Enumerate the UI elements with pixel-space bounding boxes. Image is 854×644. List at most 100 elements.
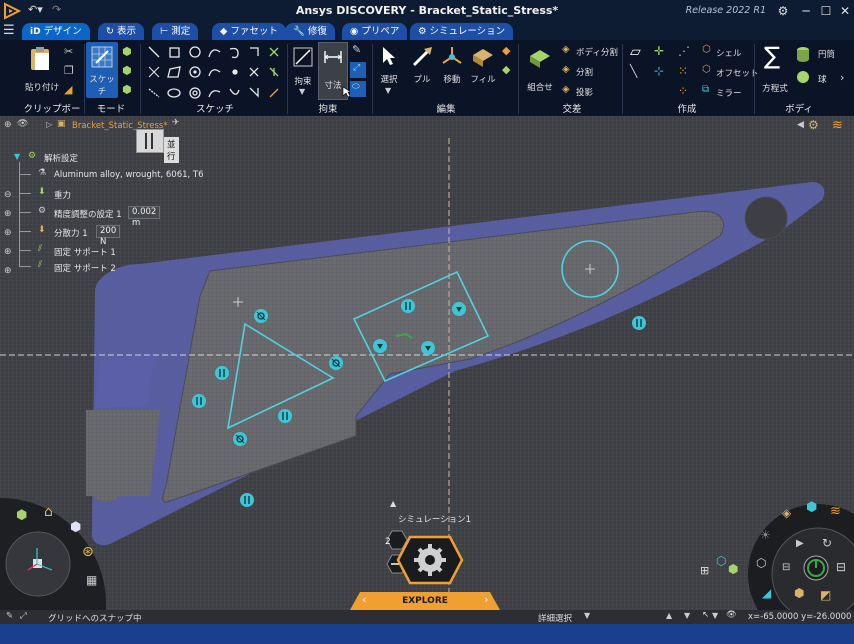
edit-extra-1-icon[interactable]: ◆: [502, 44, 510, 57]
tab-simulation[interactable]: ⚙ シミュレーション: [410, 23, 514, 40]
3d-mode-icon[interactable]: ⬢: [122, 64, 132, 77]
settings-icon[interactable]: ⚙: [775, 3, 791, 19]
pin-icon[interactable]: ✈: [172, 118, 180, 128]
tree-visibility-toggles[interactable]: ⊖ ⊕ ⊕ ⊕ ⊕: [4, 186, 12, 281]
view-settings-icon[interactable]: ⚙: [808, 118, 819, 132]
split-body-label[interactable]: ボディ分割: [576, 46, 618, 58]
probe-icon[interactable]: ◢: [762, 586, 771, 600]
house-icon[interactable]: ⌂: [44, 504, 53, 520]
select-cursor-dropdown-icon[interactable]: ▼: [712, 611, 718, 620]
cylinder-label[interactable]: 円筒: [818, 48, 835, 60]
play-icon[interactable]: ▶: [796, 538, 804, 549]
split-body-icon[interactable]: ◈: [562, 44, 570, 55]
equal-constraint-icon[interactable]: ⤢: [350, 62, 366, 78]
refinement-value[interactable]: 0.002 m: [128, 206, 161, 228]
offset-label[interactable]: オフセット: [716, 67, 759, 79]
tangent-constraint-icon[interactable]: ✎: [352, 43, 361, 56]
tree-item-fixed-support-1[interactable]: 固定 サポート 1: [54, 246, 116, 258]
display-style-icon[interactable]: ◈: [782, 506, 791, 520]
tree-item-gravity[interactable]: 重力: [54, 189, 71, 201]
shell-icon[interactable]: ⬡: [702, 44, 711, 55]
mount-hole-right[interactable]: [744, 196, 788, 240]
tree-item-fixed-support-2[interactable]: 固定 サポート 2: [54, 262, 116, 274]
tab-measure[interactable]: ⊢ 測定: [152, 23, 199, 40]
tree-item-material[interactable]: Aluminum alloy, wrought, 6061, T6: [54, 170, 204, 180]
light-icon[interactable]: ☀: [760, 528, 771, 542]
material-view-icon[interactable]: ⬢: [794, 586, 804, 600]
orbit-icon[interactable]: ⊛: [82, 544, 94, 560]
expand-arrow-icon[interactable]: ▷: [46, 120, 52, 129]
selection-dropdown-icon[interactable]: ▼: [584, 611, 590, 620]
select-dropdown-icon[interactable]: ▼: [385, 86, 391, 95]
format-painter-icon[interactable]: ◢: [64, 83, 72, 96]
solid-view-icon[interactable]: ⬢: [728, 562, 738, 576]
copy-icon[interactable]: ❐: [64, 64, 74, 77]
collapse-panel-icon[interactable]: ◀: [797, 120, 804, 130]
tree-pin-icon[interactable]: ⊕: [4, 120, 12, 130]
project-label[interactable]: 投影: [576, 86, 593, 98]
visibility-toggle-icon[interactable]: 👁: [726, 610, 737, 620]
equation-icon[interactable]: ∑: [764, 42, 780, 70]
sketch-mode-button[interactable]: スケッチ: [86, 42, 118, 98]
fill-icon[interactable]: [470, 45, 496, 67]
mirror-label[interactable]: ミラー: [716, 87, 742, 99]
grid-snap-icon[interactable]: ⊞: [700, 564, 709, 577]
minimize-button[interactable]: ─: [798, 3, 814, 19]
edit-extra-2-icon[interactable]: ◆: [502, 63, 510, 76]
tree-item-analysis-settings[interactable]: 解析設定: [44, 152, 78, 164]
plane-icon[interactable]: ▱: [630, 44, 641, 60]
mesh-view-icon[interactable]: ⬡: [756, 556, 766, 570]
cylinder-icon[interactable]: [796, 46, 810, 62]
select-cursor-icon[interactable]: ↖: [702, 610, 709, 620]
constrain-icon[interactable]: [292, 46, 314, 68]
tab-prepare[interactable]: ◉ プリペア: [342, 23, 408, 40]
force-value[interactable]: 200 N: [96, 225, 121, 247]
results-chart-icon[interactable]: ≋: [830, 504, 841, 519]
scroll-down-icon[interactable]: ▼: [684, 611, 690, 620]
sphere-label[interactable]: 球: [818, 73, 827, 85]
mount-hole-left[interactable]: [88, 466, 124, 502]
tab-design[interactable]: iD デザイン: [22, 23, 90, 40]
tab-repair[interactable]: 🔧 修復: [285, 23, 335, 40]
line-points-icon[interactable]: ⋰: [678, 44, 690, 58]
combine-icon[interactable]: [528, 46, 552, 70]
pattern-icon[interactable]: ⁙: [678, 64, 688, 78]
grid-pattern-icon[interactable]: ⁘: [678, 84, 688, 98]
move-icon[interactable]: [440, 45, 464, 67]
mirror-icon[interactable]: ⧉: [702, 84, 709, 95]
shell-label[interactable]: シェル: [716, 47, 742, 59]
sphere-icon[interactable]: [796, 70, 810, 84]
point-icon[interactable]: ✛: [654, 44, 664, 58]
sketch-tools-palette[interactable]: [146, 44, 284, 100]
bracket-slot[interactable]: [95, 354, 154, 408]
section-view-icon[interactable]: ⬢: [806, 500, 817, 515]
project-icon[interactable]: ◈: [562, 84, 570, 95]
reset-icon[interactable]: ↻: [822, 536, 832, 550]
split-label[interactable]: 分割: [576, 66, 593, 78]
simulation-arrow-up-icon[interactable]: ▲: [390, 499, 396, 508]
show-constraints-icon[interactable]: ⬭: [350, 81, 366, 97]
split-icon[interactable]: ◈: [562, 64, 570, 75]
previous-stage-icon[interactable]: ‹: [362, 593, 366, 606]
legend-icon[interactable]: ◩: [820, 588, 831, 602]
tab-facets[interactable]: ◆ ファセット: [212, 23, 286, 40]
cube-view-icon[interactable]: ⬢: [70, 520, 81, 535]
scroll-up-icon[interactable]: ▲: [666, 611, 672, 620]
ribbon-scroll-right-icon[interactable]: ›: [840, 71, 844, 84]
menu-icon[interactable]: ☰: [3, 23, 15, 38]
tree-item-distributed-force[interactable]: 分散力 1: [54, 227, 88, 239]
display-mode-icon[interactable]: ⬢: [122, 83, 132, 96]
measure-icon[interactable]: ⊟: [836, 560, 846, 574]
offset-icon[interactable]: ⬡: [702, 64, 711, 75]
checker-icon[interactable]: ▦: [86, 573, 97, 587]
sketch-plane-icon[interactable]: ⬡: [716, 554, 726, 568]
section-mode-icon[interactable]: ⬢: [122, 45, 132, 58]
home-view-icon[interactable]: ⬢: [16, 508, 27, 523]
axis-icon[interactable]: ╲: [630, 64, 637, 78]
paste-icon[interactable]: [28, 46, 52, 72]
maximize-button[interactable]: ☐: [818, 3, 834, 19]
explore-mode-bar[interactable]: EXPLORE: [350, 592, 500, 610]
tree-item-refinement[interactable]: 精度調整の設定 1: [54, 208, 122, 220]
visibility-eye-icon[interactable]: 👁: [17, 119, 28, 129]
origin-icon[interactable]: ⊹: [654, 64, 664, 78]
